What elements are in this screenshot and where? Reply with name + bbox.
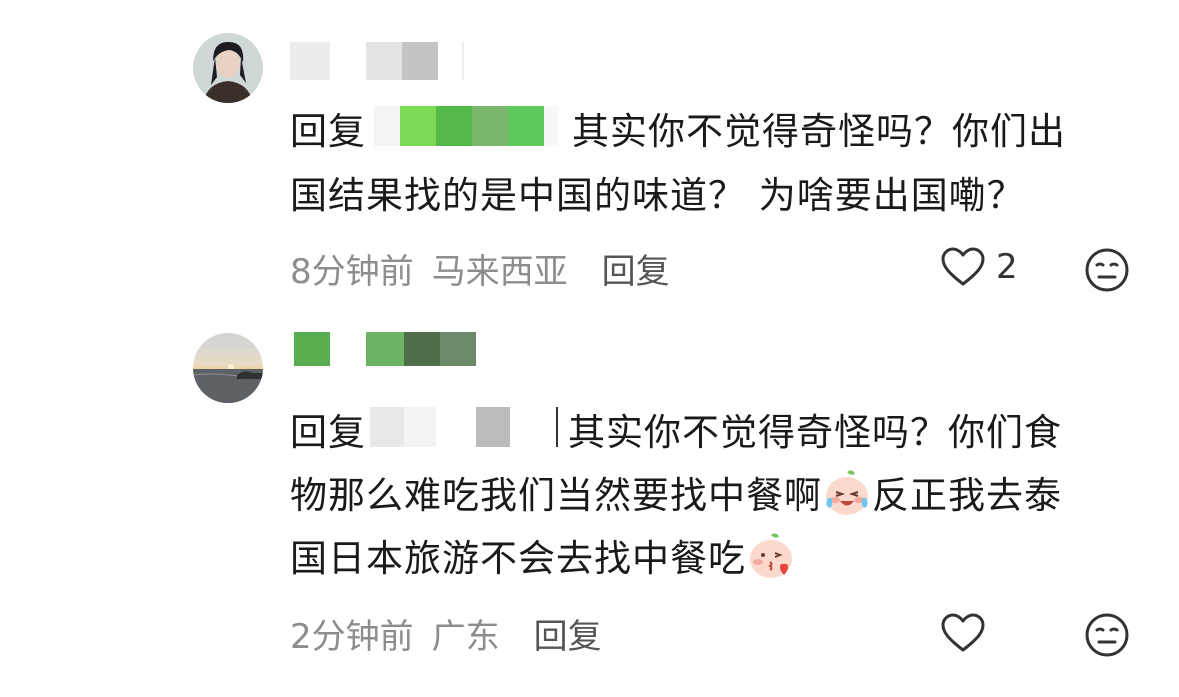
sunset-sea-avatar-icon	[193, 333, 263, 403]
comment-meta: 2分钟前 广东 回复	[290, 608, 602, 658]
comment-text-line2b: 反正我去泰	[872, 474, 1062, 517]
comment-location: 马来西亚	[431, 251, 568, 292]
comment-text-line1: 其实你不觉得奇怪吗？你们出	[572, 110, 1066, 153]
username-mask-2[interactable]	[294, 332, 476, 366]
reply-prefix: 回复	[290, 110, 366, 153]
comment-text-line2: 国结果找的是中国的味道？ 为啥要出国嘞？	[290, 174, 1025, 217]
like-button[interactable]: 2	[940, 246, 1018, 288]
comment-text-line2: 物那么难吃我们当然要找中餐啊	[290, 474, 822, 517]
comment-location: 广东	[431, 616, 500, 657]
like-count: 2	[996, 247, 1018, 287]
comment-meta: 8分钟前 马来西亚 回复	[290, 243, 670, 293]
reply-prefix: 回复	[290, 411, 366, 454]
heart-outline-icon	[941, 613, 985, 652]
heart-outline-icon	[941, 247, 985, 286]
username-mask-1[interactable]	[290, 42, 464, 80]
comment-body: 回复 其实你不觉得奇怪吗？你们食 物那么难吃我们当然要找中餐啊 反正我去泰 国日本…	[290, 401, 1150, 590]
reply-button[interactable]: 回复	[602, 244, 670, 293]
avatar[interactable]	[193, 33, 263, 103]
man-portrait-avatar-icon	[193, 33, 263, 103]
comment-body: 回复 其实你不觉得奇怪吗？你们出 国结果找的是中国的味道？ 为啥要出国嘞？	[290, 100, 1150, 228]
avatar[interactable]	[193, 333, 263, 403]
comment-time: 8分钟前	[290, 251, 414, 292]
like-button[interactable]	[940, 612, 996, 654]
neutral-face-icon[interactable]	[1084, 247, 1130, 293]
reply-target-mask[interactable]	[370, 407, 558, 447]
neutral-face-icon[interactable]	[1084, 612, 1130, 658]
comment-thread: 回复 其实你不觉得奇怪吗？你们出 国结果找的是中国的味道？ 为啥要出国嘞？ 8分钟…	[0, 0, 1179, 697]
reply-target-mask[interactable]	[374, 106, 558, 146]
kiss-peach-emoji	[750, 533, 792, 578]
comment-time: 2分钟前	[290, 616, 414, 657]
comment-text-line1: 其实你不觉得奇怪吗？你们食	[568, 411, 1062, 454]
reply-button[interactable]: 回复	[534, 609, 602, 658]
crying-laugh-peach-emoji	[826, 470, 868, 515]
comment-text-line3: 国日本旅游不会去找中餐吃	[290, 537, 746, 580]
